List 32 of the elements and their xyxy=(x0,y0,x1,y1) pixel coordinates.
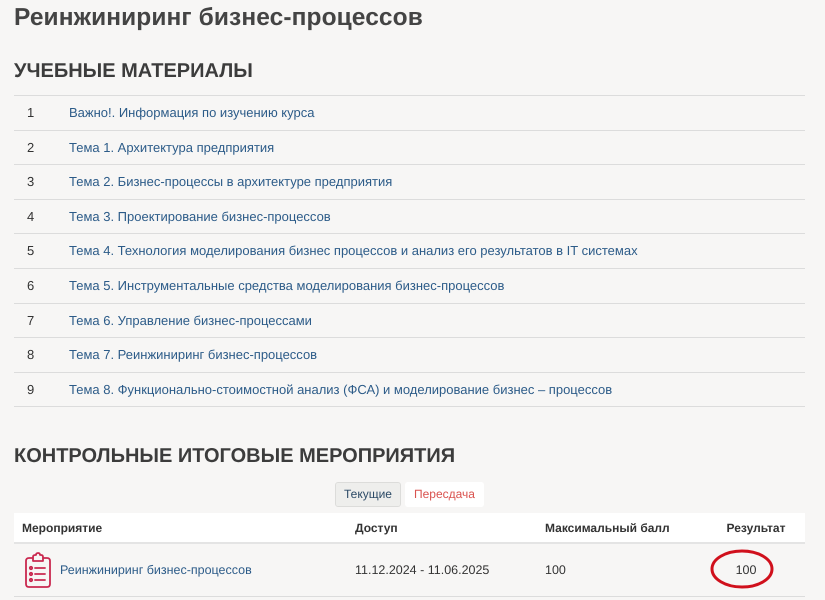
filter-tab[interactable]: Пересдача xyxy=(404,482,484,508)
row-number: 1 xyxy=(27,105,34,120)
activity-link[interactable]: Реинжиниринг бизнес-процессов xyxy=(60,560,252,580)
material-link[interactable]: Важно!. Информация по изучению курса xyxy=(69,105,314,120)
row-number: 7 xyxy=(27,312,34,328)
filter-tab[interactable]: Текущие xyxy=(335,482,401,508)
material-link[interactable]: Тема 3. Проектирование бизнес-процессов xyxy=(69,208,331,224)
row-number: 5 xyxy=(27,243,34,258)
material-link[interactable]: Тема 7. Реинжиниринг бизнес-процессов xyxy=(69,347,318,362)
page-title: Реинжиниринг бизнес-процессов xyxy=(14,3,424,32)
material-link[interactable]: Тема 4. Технология моделирования бизнес процессов и анализ его результатов в IT системах xyxy=(69,243,638,258)
material-link[interactable]: Тема 6. Управление бизнес-процессами xyxy=(69,312,312,328)
row-number: 3 xyxy=(27,174,34,190)
row-number: 6 xyxy=(27,278,34,294)
column-header: Мероприятие xyxy=(22,520,102,535)
max-score: 100 xyxy=(545,562,566,577)
column-header: Максимальный балл xyxy=(545,520,670,535)
clipboard-list-icon xyxy=(24,552,52,588)
row-number: 2 xyxy=(27,140,34,155)
access-dates: 11.12.2024 - 11.06.2025 xyxy=(355,562,490,577)
result-score: 100 xyxy=(736,562,756,577)
row-number: 8 xyxy=(27,347,34,362)
material-link[interactable]: Тема 2. Бизнес-процессы в архитектуре предприятия xyxy=(69,174,392,190)
section-heading: КОНТРОЛЬНЫЕ ИТОГОВЫЕ МЕРОПРИЯТИЯ xyxy=(14,444,456,468)
material-link[interactable]: Тема 1. Архитектура предприятия xyxy=(69,140,274,155)
column-header: Результат xyxy=(726,520,786,535)
row-number: 9 xyxy=(27,382,34,397)
column-header: Доступ xyxy=(355,520,398,535)
material-link[interactable]: Тема 8. Функционально-стоимостной анализ (ФСА) и моделирование бизнес – процессов xyxy=(69,382,612,397)
row-number: 4 xyxy=(27,208,34,224)
section-heading: УЧЕБНЫЕ МАТЕРИАЛЫ xyxy=(14,59,254,83)
material-link[interactable]: Тема 5. Инструментальные средства моделирования бизнес-процессов xyxy=(69,278,504,294)
